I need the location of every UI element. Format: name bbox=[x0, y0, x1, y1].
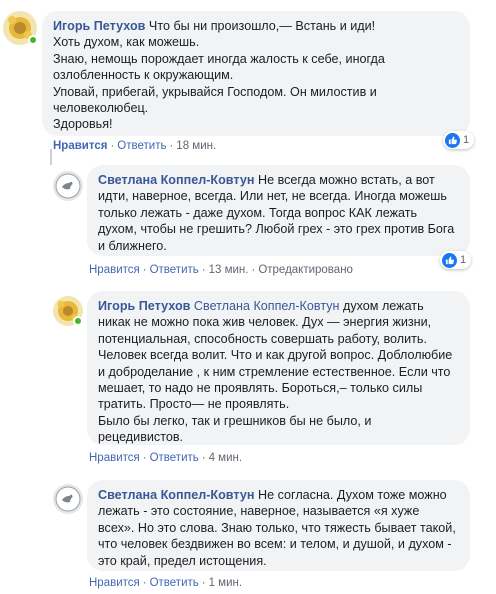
comment-text: тратить. Просто— не проявлять. bbox=[98, 397, 290, 412]
comment-text: это край, предел истощения. bbox=[98, 553, 267, 568]
comment-text: духом лежать bbox=[342, 299, 424, 313]
comment-text: потенциальная, способность совершать раб… bbox=[98, 331, 427, 346]
comment-text: Человек всегда волит. Что и как другой в… bbox=[98, 348, 453, 363]
thumbs-up-icon bbox=[442, 252, 457, 268]
comment-text: рецедивистов. bbox=[98, 430, 184, 445]
comment-author[interactable]: Светлана Коппел-Ковтун bbox=[98, 173, 254, 187]
comment-text: Не всегда можно встать, а вот bbox=[257, 173, 435, 187]
avatar-svetlana-koppel-kovtun[interactable] bbox=[53, 171, 83, 201]
comment-text: лежать - это состояние, наверное, называ… bbox=[98, 504, 420, 519]
comment-bubble-1: Игорь Петухов Что бы ни произошло,— Вста… bbox=[42, 11, 470, 136]
comment-bubble-4: Светлана Коппел-Ковтун Не согласна. Духо… bbox=[87, 480, 470, 571]
comment-text: всех». Но это слова. Знаю только, что тя… bbox=[98, 520, 456, 535]
edited-label: Отредактировано bbox=[258, 264, 353, 276]
reaction-count: 1 bbox=[463, 134, 470, 146]
online-status-indicator bbox=[73, 316, 83, 326]
comment-actions: Нравится · Ответить · 13 мин. · Отредактирован… bbox=[89, 264, 353, 276]
comment-author[interactable]: Игорь Петухов bbox=[98, 299, 190, 313]
comment-author[interactable]: Светлана Коппел-Ковтун bbox=[98, 488, 254, 502]
timestamp[interactable]: 18 мин. bbox=[176, 140, 216, 152]
comment-text: духом, чтобы не грешить? Любой грех - эт… bbox=[98, 222, 455, 237]
comment-text: Знаю, немощь порождает иногда жалость к … bbox=[53, 51, 385, 66]
comment-actions: Нравится · Ответить · 4 мин. bbox=[89, 452, 243, 464]
comment-text: что человек бездвижен во всем: и телом, … bbox=[98, 537, 452, 552]
avatar-svetlana-koppel-kovtun[interactable] bbox=[53, 484, 83, 514]
online-status-indicator bbox=[28, 35, 38, 45]
comment-text: и ближнего. bbox=[98, 238, 167, 253]
comment-text: никак не можно пока жив человек. Дух — э… bbox=[98, 315, 432, 330]
dove-avatar-icon bbox=[53, 484, 83, 514]
timestamp[interactable]: 13 мин. bbox=[209, 264, 249, 276]
thumbs-up-icon bbox=[445, 132, 460, 148]
comment-text: идти, наверное, всегда. Или нет, не всег… bbox=[98, 189, 447, 204]
thread-connector-line bbox=[50, 149, 52, 165]
comment-author[interactable]: Игорь Петухов bbox=[53, 19, 145, 33]
like-button[interactable]: Нравится bbox=[89, 577, 140, 589]
comment-bubble-3: Игорь Петухов Светлана Коппел-Ковтун дух… bbox=[87, 291, 470, 445]
comment-text: Хоть духом, как можешь. bbox=[53, 35, 200, 50]
reply-button[interactable]: Ответить bbox=[150, 264, 199, 276]
timestamp[interactable]: 1 мин. bbox=[209, 577, 242, 589]
like-button[interactable]: Нравится bbox=[89, 264, 140, 276]
comment-text: только лежать - даже духом. Тогда вопрос… bbox=[98, 205, 418, 220]
reply-button[interactable]: Ответить bbox=[150, 577, 199, 589]
like-button[interactable]: Нравится bbox=[89, 452, 140, 464]
reply-button[interactable]: Ответить bbox=[117, 140, 166, 152]
reaction-count-badge[interactable]: 1 bbox=[443, 131, 475, 149]
comment-text: человеколюбец. bbox=[53, 101, 149, 116]
timestamp[interactable]: 4 мин. bbox=[209, 452, 242, 464]
reply-button[interactable]: Ответить bbox=[150, 452, 199, 464]
comment-text: Не согласна. Духом тоже можно bbox=[257, 488, 447, 502]
comment-actions: Нравится · Ответить · 1 мин. bbox=[89, 577, 243, 589]
comment-text: озлобленность к окружающим. bbox=[53, 68, 234, 83]
comment-text: Уповай, прибегай, укрывайся Господом. Он… bbox=[53, 84, 377, 99]
comment-text: и доброделание , к ним стремление естест… bbox=[98, 364, 451, 379]
dove-avatar-icon bbox=[53, 171, 83, 201]
comment-bubble-2: Светлана Коппел-Ковтун Не всегда можно в… bbox=[87, 165, 470, 256]
comment-text: Было бы легко, так и грешников бы не был… bbox=[98, 413, 372, 428]
comment-text: мешает, то надо не проявлять. Бороться,–… bbox=[98, 381, 423, 396]
like-button[interactable]: Нравится bbox=[53, 140, 107, 152]
mention-link[interactable]: Светлана Коппел-Ковтун bbox=[194, 299, 340, 313]
comment-text: Здоровья! bbox=[53, 117, 113, 132]
comment-actions: Нравится · Ответить · 18 мин. bbox=[53, 140, 217, 152]
reaction-count: 1 bbox=[460, 254, 467, 266]
reaction-count-badge[interactable]: 1 bbox=[440, 251, 472, 269]
comment-text: Что бы ни произошло,— Встань и иди! bbox=[148, 19, 376, 33]
